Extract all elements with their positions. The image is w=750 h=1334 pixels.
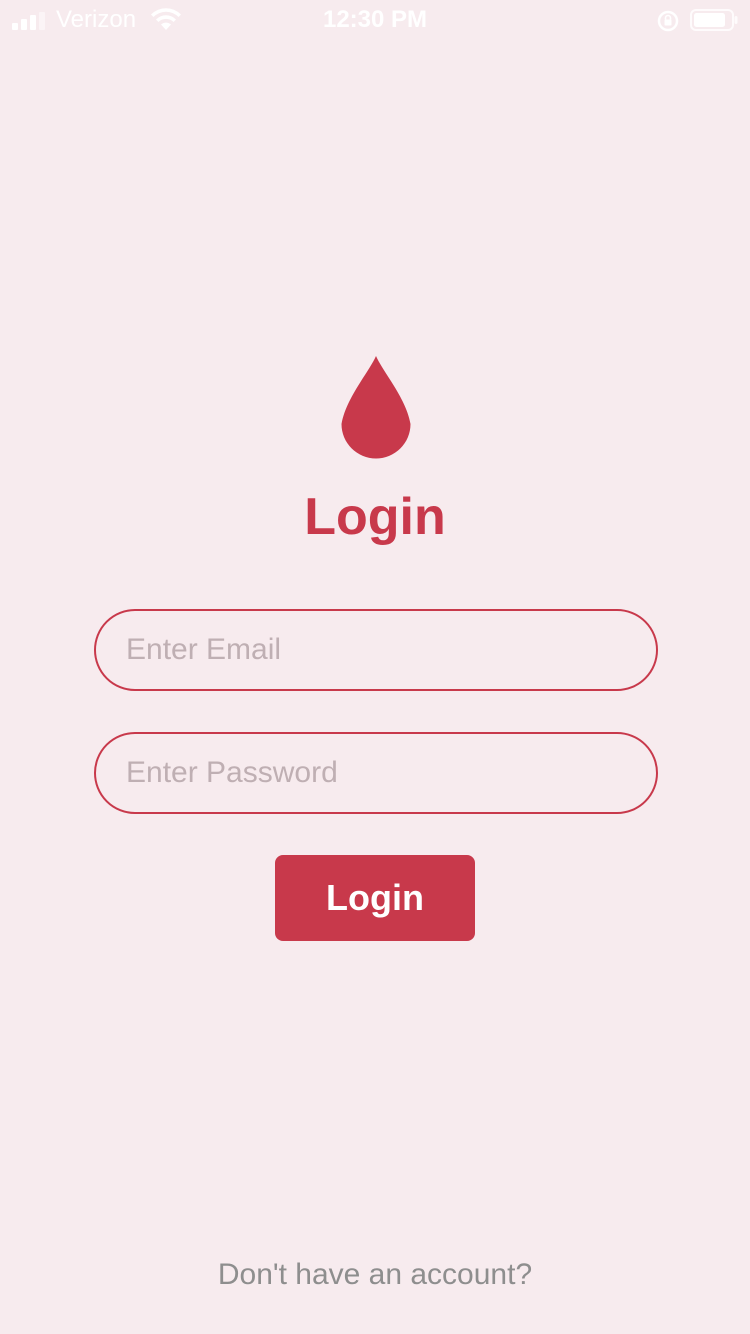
battery-icon — [690, 9, 738, 31]
password-field[interactable] — [94, 732, 658, 814]
status-bar: Verizon 12:30 PM — [0, 0, 750, 40]
signup-link[interactable]: Don't have an account? — [0, 1256, 750, 1294]
blood-drop-icon — [341, 356, 411, 459]
email-field[interactable] — [94, 609, 658, 691]
clock: 12:30 PM — [322, 6, 428, 33]
page-title: Login — [304, 488, 446, 546]
rotation-lock-icon — [657, 10, 679, 32]
login-button[interactable]: Login — [275, 855, 475, 941]
